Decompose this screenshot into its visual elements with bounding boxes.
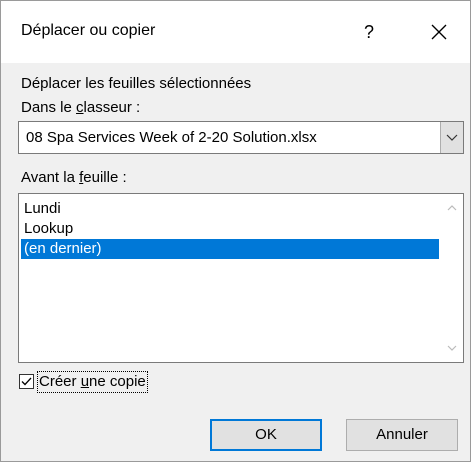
create-copy-label[interactable]: Créer une copie	[37, 371, 148, 393]
sheet-list-scrollbar[interactable]	[441, 194, 463, 362]
workbook-select[interactable]: 08 Spa Services Week of 2-20 Solution.xl…	[18, 121, 464, 154]
sheets-label: Avant la feuille :	[21, 169, 127, 186]
chevron-down-icon[interactable]	[441, 338, 463, 358]
checkmark-icon	[21, 377, 32, 386]
list-item[interactable]: Lookup	[21, 219, 439, 239]
title-bar: Déplacer ou copier ?	[1, 1, 470, 63]
create-copy-checkbox[interactable]	[19, 374, 34, 389]
help-button[interactable]: ?	[346, 15, 392, 49]
close-button[interactable]	[416, 15, 462, 49]
move-copy-dialog: Déplacer ou copier ? Déplacer les feuill…	[0, 0, 471, 462]
chevron-down-icon	[446, 134, 458, 141]
list-item[interactable]: Lundi	[21, 199, 439, 219]
ok-button[interactable]: OK	[210, 419, 322, 451]
dialog-title: Déplacer ou copier	[21, 22, 156, 39]
sheet-list[interactable]: Lundi Lookup (en dernier)	[18, 193, 464, 363]
chevron-up-icon[interactable]	[441, 198, 463, 218]
section-heading: Déplacer les feuilles sélectionnées	[21, 75, 252, 92]
cancel-button[interactable]: Annuler	[346, 419, 458, 451]
sheet-list-items: Lundi Lookup (en dernier)	[21, 199, 439, 259]
workbook-select-value: 08 Spa Services Week of 2-20 Solution.xl…	[26, 129, 317, 146]
workbook-dropdown-button[interactable]	[440, 122, 463, 153]
workbook-label: Dans le classeur :	[21, 99, 141, 116]
close-icon	[431, 24, 447, 40]
list-item[interactable]: (en dernier)	[21, 239, 439, 259]
